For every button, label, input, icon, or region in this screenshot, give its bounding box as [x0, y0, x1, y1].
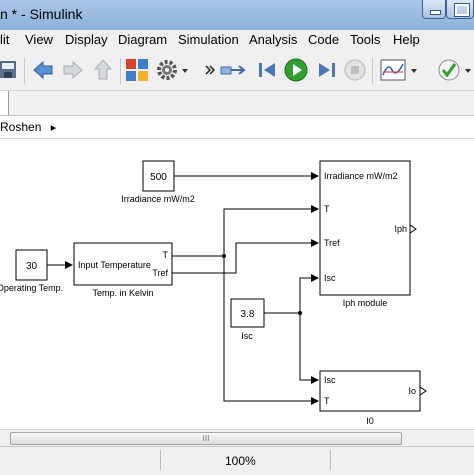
toolbar-separator: [372, 58, 373, 84]
operating-temp-caption: Operating Temp.: [0, 283, 63, 293]
iph-port-isc: Isc: [324, 273, 336, 283]
link-icon[interactable]: [220, 58, 246, 82]
iph-output-port-icon: [409, 224, 417, 234]
horizontal-scrollbar[interactable]: III: [0, 429, 474, 446]
model-canvas[interactable]: 500 Irradiance mW/m2 30 Operating Temp. …: [0, 139, 474, 429]
branch-point: [222, 254, 226, 258]
iph-caption: Iph module: [343, 298, 388, 308]
diagram: 500 Irradiance mW/m2 30 Operating Temp. …: [0, 160, 427, 426]
operating-temp-constant-block[interactable]: 30 Operating Temp.: [0, 249, 63, 293]
irradiance-value: 500: [150, 172, 167, 183]
menu-bar: lit View Display Diagram Simulation Anal…: [0, 30, 474, 50]
save-icon[interactable]: [0, 58, 18, 82]
temp-kelvin-port-tref: Tref: [152, 268, 168, 278]
menu-analysis[interactable]: Analysis: [249, 32, 297, 47]
more-chevron-icon[interactable]: [205, 58, 215, 82]
operating-temp-value: 30: [26, 261, 38, 272]
model-tab[interactable]: [0, 91, 9, 115]
dropdown-arrow-icon[interactable]: [410, 58, 418, 82]
dropdown-arrow-icon[interactable]: [181, 58, 189, 82]
menu-tools[interactable]: Tools: [350, 32, 380, 47]
run-icon[interactable]: [284, 58, 308, 82]
toolbar-separator: [24, 58, 25, 84]
line-isc: [264, 274, 319, 314]
i0-caption: I0: [366, 416, 374, 426]
iph-port-tref: Tref: [324, 238, 340, 248]
temp-kelvin-input-label: Input Temperature: [78, 260, 151, 270]
scroll-thumb[interactable]: III: [10, 432, 402, 445]
menu-simulation[interactable]: Simulation: [178, 32, 239, 47]
back-arrow-icon[interactable]: [32, 58, 54, 82]
dropdown-arrow-icon[interactable]: [464, 58, 472, 82]
iph-module-subsystem[interactable]: Irradiance mW/m2 T Tref Isc Iph Iph modu…: [319, 160, 417, 308]
window-title: n * - Simulink: [0, 6, 83, 22]
signal-lines: [47, 172, 319, 405]
line-tref: [172, 239, 319, 274]
zoom-level: 100%: [225, 454, 256, 468]
library-browser-icon[interactable]: [125, 58, 149, 82]
status-bar: 100%: [0, 446, 474, 475]
model-advisor-check-icon[interactable]: [438, 58, 460, 82]
forward-arrow-icon[interactable]: [62, 58, 84, 82]
stop-icon[interactable]: [344, 58, 366, 82]
i0-subsystem[interactable]: Isc T Io I0: [319, 370, 427, 426]
address-bar: [0, 116, 474, 139]
menu-edit[interactable]: lit: [0, 32, 9, 47]
line-isc-to-i0: [299, 313, 319, 384]
up-arrow-icon[interactable]: [92, 58, 114, 82]
temp-kelvin-port-t: T: [163, 250, 169, 260]
scope-icon[interactable]: [380, 58, 406, 82]
title-bar: n * - Simulink: [0, 0, 474, 31]
maximize-button[interactable]: [446, 0, 474, 19]
i0-output-port-icon: [419, 386, 427, 396]
i0-port-t: T: [324, 396, 330, 406]
toolbar-separator: [120, 58, 121, 84]
toolbar: [0, 50, 474, 91]
menu-code[interactable]: Code: [308, 32, 339, 47]
i0-port-isc: Isc: [324, 375, 336, 385]
minimize-button[interactable]: [422, 0, 446, 19]
status-divider: [330, 450, 331, 470]
i0-port-out: Io: [408, 386, 416, 396]
breadcrumb-chevron-icon[interactable]: ▸: [51, 122, 57, 134]
iph-port-out: Iph: [394, 224, 407, 234]
temp-kelvin-subsystem[interactable]: Input Temperature T Tref Temp. in Kelvin: [73, 242, 173, 298]
menu-display[interactable]: Display: [65, 32, 108, 47]
minimize-icon: [430, 10, 441, 15]
menu-help[interactable]: Help: [393, 32, 420, 47]
temp-kelvin-caption: Temp. in Kelvin: [92, 288, 153, 298]
maximize-icon: [454, 3, 470, 17]
iph-port-t: T: [324, 204, 330, 214]
step-back-icon[interactable]: [256, 58, 278, 82]
iph-port-irradiance: Irradiance mW/m2: [324, 171, 398, 181]
breadcrumb[interactable]: Roshen ▸: [0, 120, 56, 134]
scroll-grip: III: [202, 434, 210, 443]
step-forward-icon[interactable]: [316, 58, 338, 82]
isc-caption: Isc: [241, 331, 253, 341]
breadcrumb-model[interactable]: Roshen: [0, 120, 41, 134]
irradiance-constant-block[interactable]: 500 Irradiance mW/m2: [121, 160, 195, 204]
irradiance-caption: Irradiance mW/m2: [121, 194, 195, 204]
menu-view[interactable]: View: [25, 32, 53, 47]
branch-point: [298, 311, 302, 315]
isc-constant-block[interactable]: 3.8 Isc: [230, 298, 265, 341]
status-divider: [160, 450, 161, 470]
isc-value: 3.8: [241, 309, 255, 320]
line-t-branch: [172, 205, 319, 257]
settings-gear-icon[interactable]: [155, 58, 179, 82]
model-tab-strip: [0, 91, 474, 116]
menu-diagram[interactable]: Diagram: [118, 32, 167, 47]
